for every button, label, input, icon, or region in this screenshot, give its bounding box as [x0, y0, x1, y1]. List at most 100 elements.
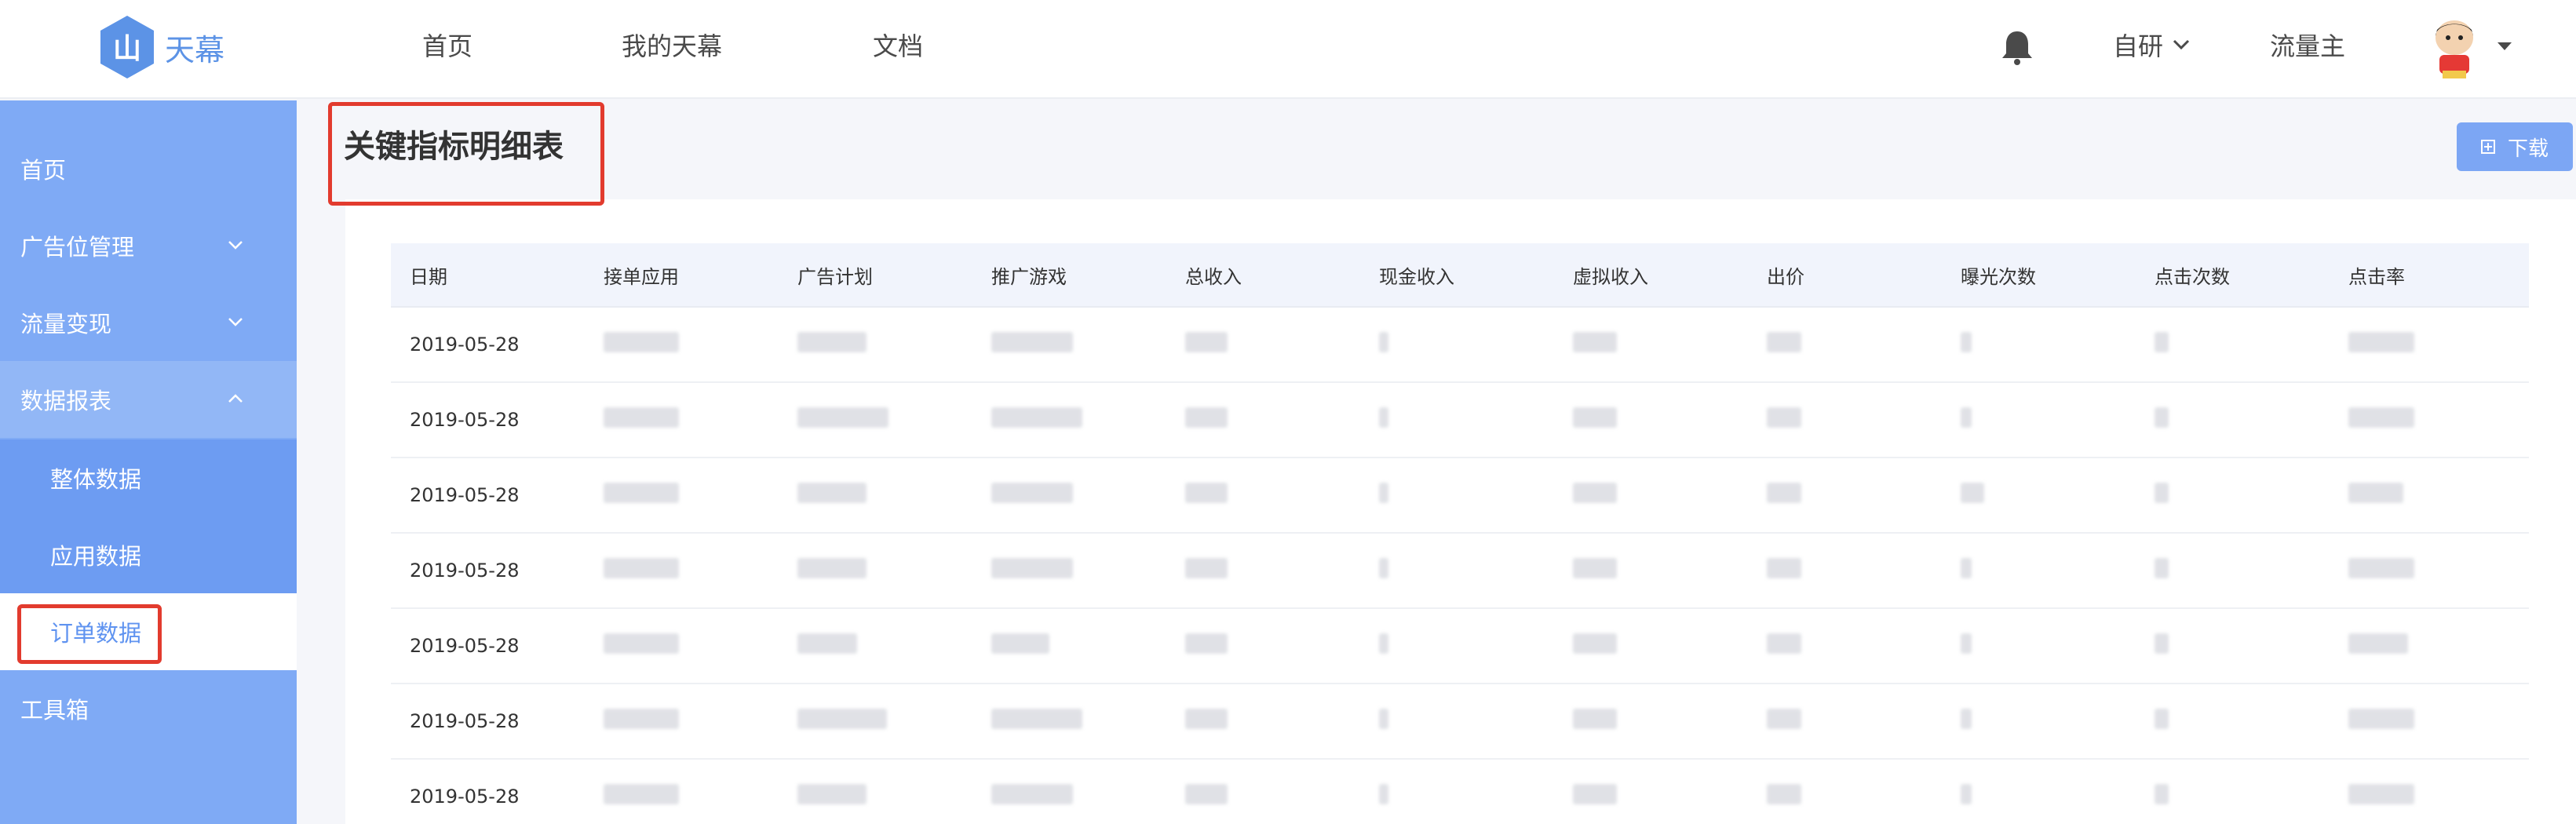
redacted-cell	[779, 633, 972, 658]
blurred-value	[604, 407, 679, 428]
redacted-cell	[2136, 709, 2330, 734]
table-row: 2019-05-28	[391, 383, 2529, 458]
sidebar-item-ad-slot[interactable]: 广告位管理	[0, 207, 297, 284]
redacted-cell	[1360, 483, 1554, 508]
blurred-value	[797, 633, 857, 654]
bell-icon[interactable]	[2000, 28, 2034, 66]
avatar[interactable]	[2428, 14, 2480, 80]
blurred-value	[1573, 407, 1617, 428]
blurred-value	[604, 483, 679, 503]
annotation-box-order-data	[17, 604, 162, 664]
blurred-value	[797, 483, 867, 503]
blurred-value	[2155, 483, 2169, 503]
blurred-value	[2348, 483, 2403, 503]
blurred-value	[2348, 558, 2414, 578]
blurred-value	[1185, 784, 1228, 804]
blurred-value	[2348, 633, 2408, 654]
blurred-value	[2155, 784, 2169, 804]
redacted-cell	[779, 407, 972, 432]
redacted-cell	[972, 784, 1166, 809]
blurred-value	[1767, 332, 1801, 352]
redacted-cell	[585, 558, 779, 583]
blurred-value	[2155, 332, 2169, 352]
blurred-value	[1379, 407, 1388, 428]
redacted-cell	[1748, 633, 1942, 658]
column-header[interactable]: 日期	[391, 261, 585, 289]
nav-my-tianmu[interactable]: 我的天幕	[622, 27, 722, 63]
blurred-value	[1379, 709, 1388, 729]
blurred-value	[1961, 709, 1972, 729]
blurred-value	[1961, 332, 1972, 352]
column-header[interactable]: 接单应用	[585, 261, 779, 289]
redacted-cell	[585, 709, 779, 734]
redacted-cell	[972, 332, 1166, 357]
blurred-value	[1185, 558, 1228, 578]
data-table: 日期 接单应用 广告计划 推广游戏 总收入 现金收入 虚拟收入 出价 曝光次数 …	[391, 243, 2529, 824]
column-header[interactable]: 广告计划	[779, 261, 972, 289]
column-header[interactable]: 点击次数	[2136, 261, 2330, 289]
column-header[interactable]: 点击率	[2330, 261, 2523, 289]
blurred-value	[2348, 407, 2414, 428]
chevron-down-icon	[2173, 39, 2190, 50]
redacted-cell	[779, 558, 972, 583]
redacted-cell	[2330, 407, 2523, 432]
sidebar-item-toolbox[interactable]: 工具箱	[0, 670, 297, 747]
sidebar-item-label: 工具箱	[20, 697, 89, 724]
blurred-value	[991, 784, 1073, 804]
redacted-cell	[1166, 332, 1360, 357]
redacted-cell	[779, 784, 972, 809]
redacted-cell	[2136, 784, 2330, 809]
redacted-cell	[2330, 709, 2523, 734]
redacted-cell	[1166, 784, 1360, 809]
table-row: 2019-05-28	[391, 609, 2529, 684]
sidebar-item-monetize[interactable]: 流量变现	[0, 284, 297, 361]
column-header[interactable]: 曝光次数	[1942, 261, 2136, 289]
blurred-value	[1185, 709, 1228, 729]
sidebar-item-reports[interactable]: 数据报表	[0, 361, 297, 438]
blurred-value	[2348, 709, 2414, 729]
blurred-value	[1185, 407, 1228, 428]
column-header[interactable]: 推广游戏	[972, 261, 1166, 289]
redacted-cell	[1360, 709, 1554, 734]
chevron-down-icon	[228, 241, 243, 250]
blurred-value	[604, 332, 679, 352]
redacted-cell	[2330, 332, 2523, 357]
chevron-down-icon	[228, 318, 243, 326]
column-header[interactable]: 现金收入	[1360, 261, 1554, 289]
role-label[interactable]: 流量主	[2270, 27, 2345, 63]
redacted-cell	[585, 483, 779, 508]
blurred-value	[2348, 332, 2414, 352]
blurred-value	[2348, 784, 2414, 804]
sidebar-item-app-data[interactable]: 应用数据	[0, 516, 297, 593]
org-dropdown[interactable]: 自研	[2113, 27, 2190, 63]
blurred-value	[1961, 558, 1972, 578]
redacted-cell	[779, 332, 972, 357]
redacted-cell	[585, 407, 779, 432]
sidebar-item-overall-data[interactable]: 整体数据	[0, 439, 297, 516]
redacted-cell	[585, 633, 779, 658]
column-header[interactable]: 出价	[1748, 261, 1942, 289]
redacted-cell	[1166, 709, 1360, 734]
logo[interactable]: 山 天幕	[97, 14, 224, 80]
redacted-cell	[585, 784, 779, 809]
chevron-up-icon	[228, 394, 243, 403]
column-header[interactable]: 虚拟收入	[1554, 261, 1748, 289]
nav-docs[interactable]: 文档	[873, 27, 923, 63]
blurred-value	[991, 407, 1082, 428]
redacted-cell	[1360, 633, 1554, 658]
blurred-value	[991, 709, 1082, 729]
sidebar-item-label: 数据报表	[20, 388, 112, 414]
redacted-cell	[2330, 633, 2523, 658]
nav-home[interactable]: 首页	[422, 27, 473, 63]
redacted-cell	[2136, 633, 2330, 658]
sidebar-item-home[interactable]: 首页	[0, 130, 297, 207]
sidebar-item-label: 整体数据	[50, 466, 142, 493]
redacted-cell	[1166, 633, 1360, 658]
caret-down-icon[interactable]	[2496, 41, 2513, 52]
sidebar: 首页 广告位管理 流量变现 数据报表 整体数据 应用数据 订单数据 工具箱	[0, 100, 297, 824]
download-button[interactable]: 下载	[2457, 122, 2573, 171]
date-cell: 2019-05-28	[410, 409, 520, 431]
redacted-cell	[1360, 558, 1554, 583]
blurred-value	[2155, 709, 2169, 729]
column-header[interactable]: 总收入	[1166, 261, 1360, 289]
